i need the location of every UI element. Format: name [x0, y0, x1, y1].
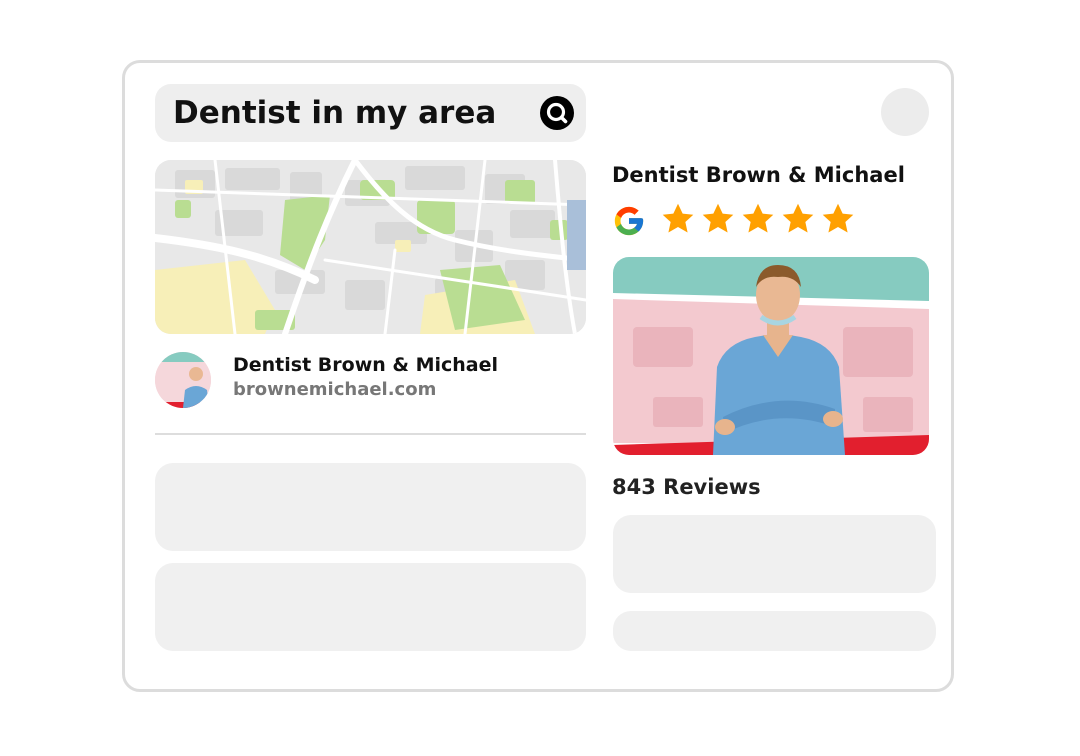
- star-icon: [782, 203, 814, 233]
- result-placeholder: [155, 563, 586, 651]
- map-graphic: [155, 160, 586, 334]
- star-icon: [702, 203, 734, 233]
- search-bar[interactable]: Dentist in my area: [155, 84, 586, 142]
- dentist-photo-thumb: [155, 352, 211, 408]
- business-name: Dentist Brown & Michael: [612, 163, 905, 187]
- map-view[interactable]: [155, 160, 586, 334]
- profile-avatar[interactable]: [881, 88, 929, 136]
- result-placeholder: [155, 463, 586, 551]
- listing-thumbnail[interactable]: [155, 352, 211, 408]
- search-icon: [546, 102, 568, 124]
- search-button[interactable]: [540, 96, 574, 130]
- google-icon: [614, 206, 644, 236]
- star-icon: [822, 203, 854, 233]
- listing-url[interactable]: brownemichael.com: [233, 379, 436, 400]
- listing-title[interactable]: Dentist Brown & Michael: [233, 354, 498, 376]
- dentist-photo: [613, 257, 929, 455]
- review-placeholder: [613, 611, 936, 651]
- reviews-count[interactable]: 843 Reviews: [612, 475, 761, 499]
- divider: [155, 433, 586, 435]
- review-placeholder: [613, 515, 936, 593]
- search-input[interactable]: Dentist in my area: [173, 92, 496, 134]
- business-photo[interactable]: [613, 257, 929, 455]
- rating-stars: [660, 201, 856, 241]
- star-icon: [742, 203, 774, 233]
- star-icon: [662, 203, 694, 233]
